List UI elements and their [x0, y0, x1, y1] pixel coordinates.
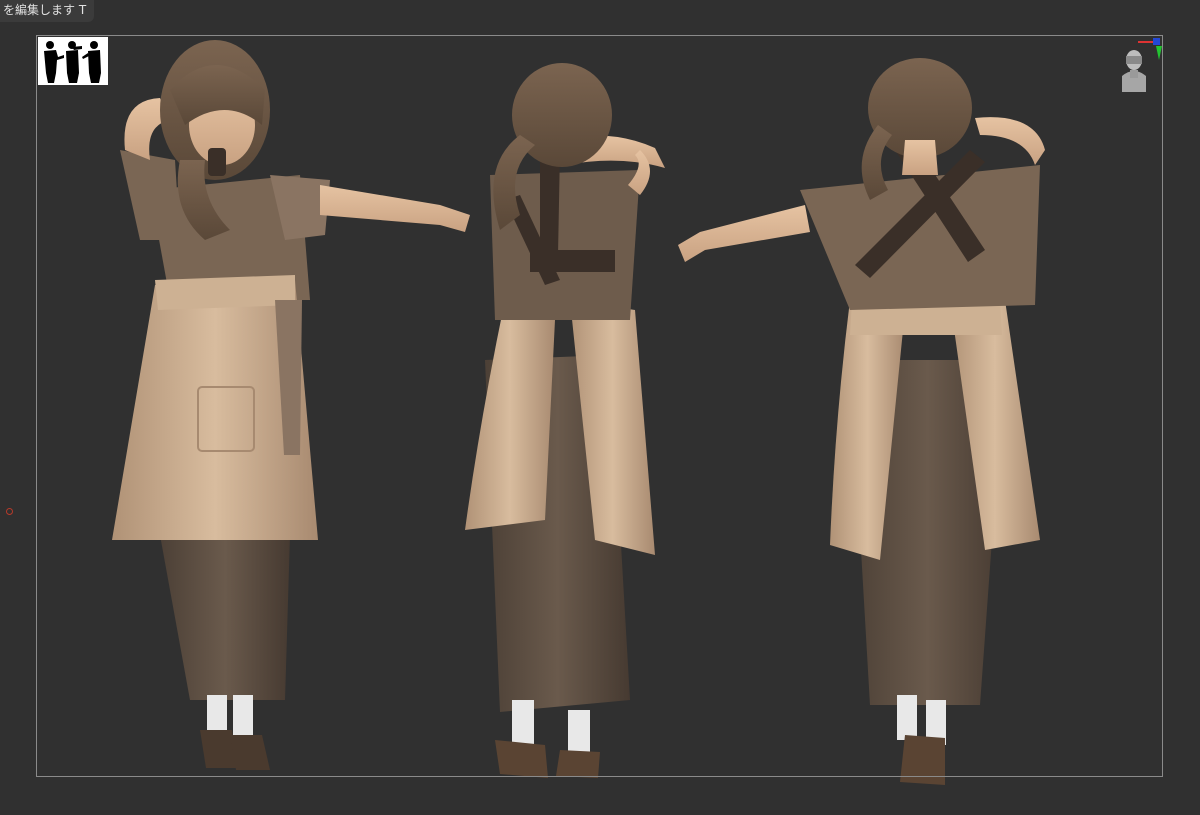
document-frame [36, 35, 1163, 777]
head-orientation-gizmo-icon[interactable] [1112, 36, 1164, 98]
3d-viewport[interactable]: を編集します T [0, 0, 1200, 815]
tooltip: を編集します T [0, 0, 95, 22]
pivot-point-icon [6, 508, 13, 515]
silhouette-thumbnail-icon[interactable] [38, 37, 108, 85]
